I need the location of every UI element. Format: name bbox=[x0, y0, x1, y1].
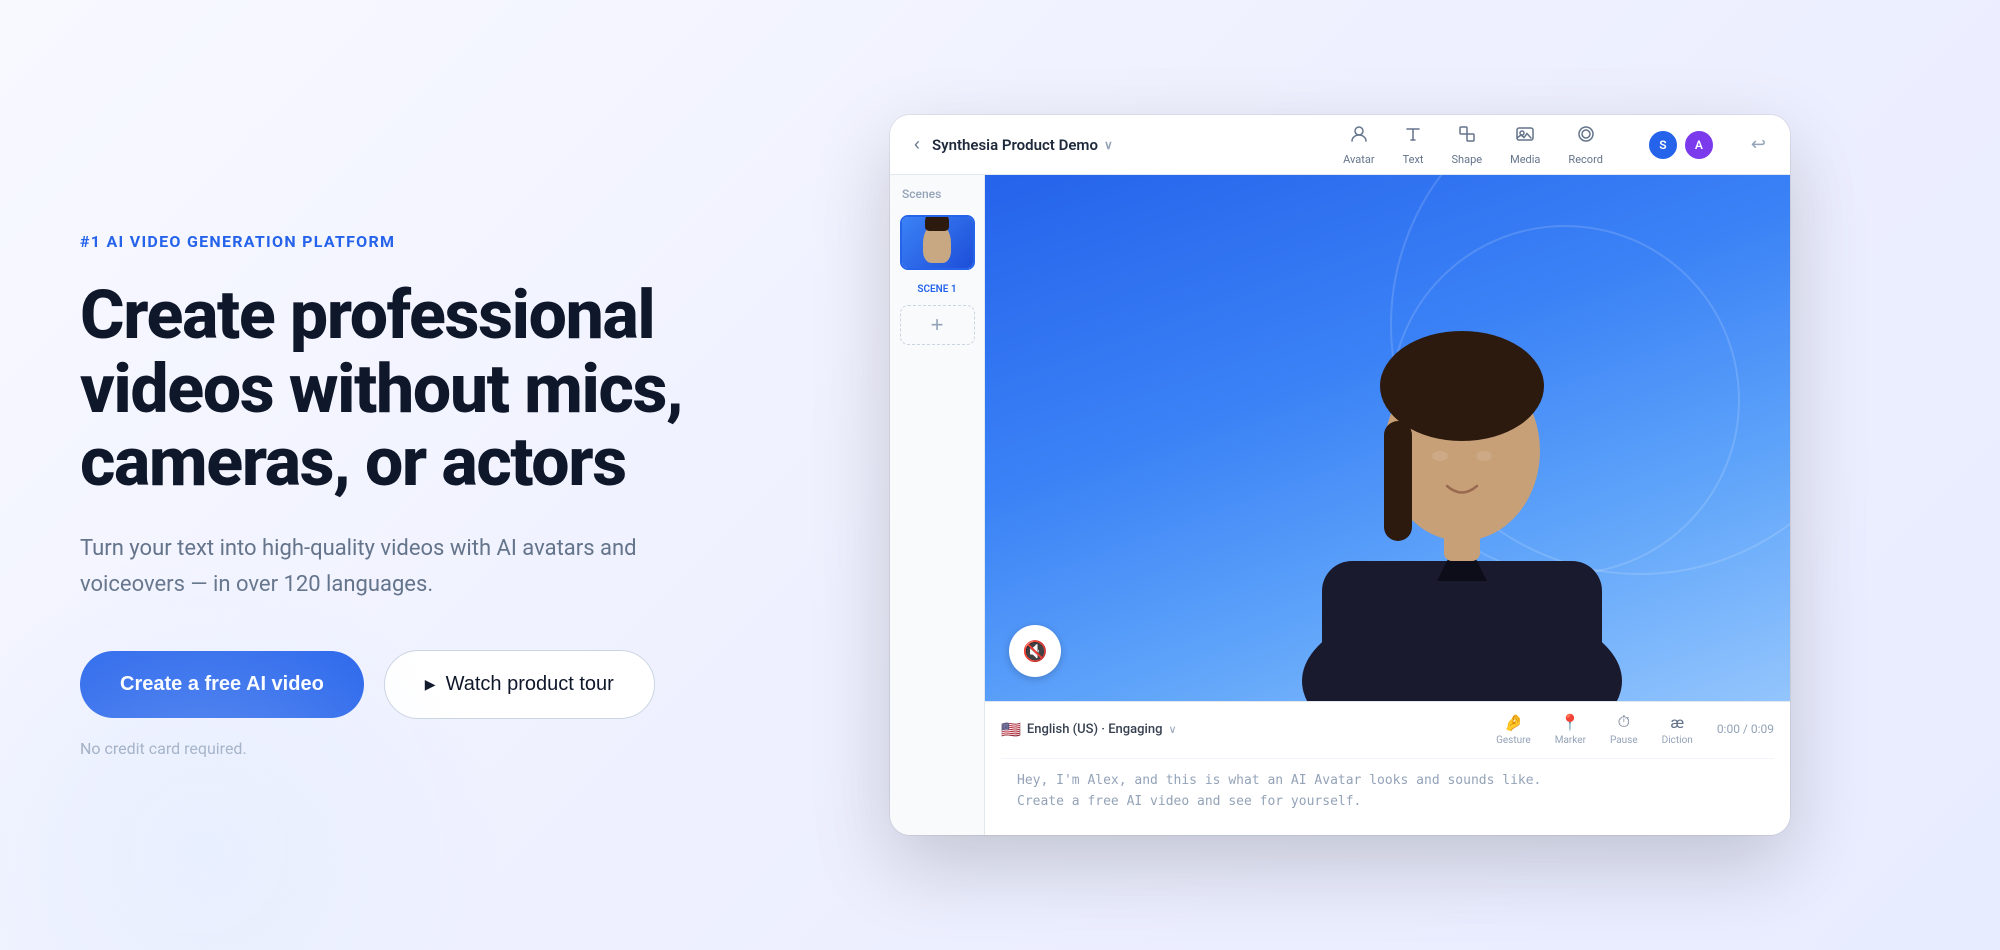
text-icon bbox=[1403, 124, 1423, 149]
scenes-label: Scenes bbox=[898, 187, 941, 201]
mute-icon: 🔇 bbox=[1023, 639, 1048, 664]
user-avatar-2: A bbox=[1683, 129, 1715, 161]
diction-control[interactable]: æ Diction bbox=[1662, 713, 1693, 746]
create-free-video-button[interactable]: Create a free AI video bbox=[80, 651, 364, 718]
ai-avatar-person bbox=[1262, 175, 1682, 701]
toolbar-text[interactable]: Text bbox=[1403, 124, 1424, 166]
toolbar-record[interactable]: Record bbox=[1568, 124, 1602, 166]
add-scene-button[interactable]: + bbox=[900, 305, 975, 345]
voice-controls: 🤌 Gesture 📍 Marker ⏱ Pause bbox=[1496, 712, 1774, 746]
time-display: 0:00 / 0:09 bbox=[1717, 722, 1774, 736]
flag-icon: 🇺🇸 bbox=[1001, 720, 1021, 739]
language-chevron-icon: ∨ bbox=[1168, 723, 1176, 736]
media-icon bbox=[1515, 124, 1535, 149]
watch-product-tour-button[interactable]: ▶ Watch product tour bbox=[384, 650, 655, 719]
back-button[interactable]: ‹ bbox=[906, 126, 928, 163]
undo-icon[interactable]: ↩ bbox=[1743, 126, 1774, 163]
diction-icon: æ bbox=[1670, 713, 1684, 732]
toolbar-avatar[interactable]: Avatar bbox=[1343, 124, 1374, 166]
gesture-icon: 🤌 bbox=[1503, 713, 1523, 732]
scenes-panel: Scenes SCENE 1 + bbox=[890, 175, 985, 835]
app-window: ‹ Synthesia Product Demo ∨ Avatar bbox=[890, 115, 1790, 835]
play-icon: ▶ bbox=[425, 676, 436, 693]
gesture-control[interactable]: 🤌 Gesture bbox=[1496, 713, 1531, 746]
language-row: 🇺🇸 English (US) · Engaging ∨ 🤌 Gesture bbox=[1001, 712, 1774, 746]
language-selector[interactable]: 🇺🇸 English (US) · Engaging ∨ bbox=[1001, 720, 1177, 739]
video-background: 🔇 bbox=[985, 175, 1790, 701]
video-container: 🔇 bbox=[985, 175, 1790, 701]
project-title: Synthesia Product Demo ∨ bbox=[932, 136, 1113, 154]
pause-control[interactable]: ⏱ Pause bbox=[1610, 712, 1638, 746]
main-area: Scenes SCENE 1 + bbox=[890, 175, 1790, 835]
page-container: #1 AI VIDEO GENERATION PLATFORM Create p… bbox=[0, 0, 2000, 950]
title-chevron-icon: ∨ bbox=[1104, 138, 1113, 152]
right-panel: ‹ Synthesia Product Demo ∨ Avatar bbox=[760, 115, 1920, 835]
toolbar-media[interactable]: Media bbox=[1510, 124, 1540, 166]
toolbar-user-avatars: S A bbox=[1647, 129, 1715, 161]
headline: Create professional videos without mics,… bbox=[80, 279, 700, 499]
top-bar: ‹ Synthesia Product Demo ∨ Avatar bbox=[890, 115, 1790, 175]
shape-icon bbox=[1457, 124, 1477, 149]
scene-1-label: SCENE 1 bbox=[917, 284, 956, 295]
editor-area: 🔇 🇺🇸 English (US) · Engaging ∨ bbox=[985, 175, 1790, 835]
marker-control[interactable]: 📍 Marker bbox=[1555, 713, 1586, 746]
no-credit-card-text: No credit card required. bbox=[80, 739, 700, 758]
toolbar-shape[interactable]: Shape bbox=[1452, 124, 1483, 166]
cta-row: Create a free AI video ▶ Watch product t… bbox=[80, 650, 700, 719]
left-panel: #1 AI VIDEO GENERATION PLATFORM Create p… bbox=[80, 192, 760, 758]
scene-1-thumbnail[interactable] bbox=[900, 215, 975, 270]
avatar-icon bbox=[1349, 124, 1369, 149]
bottom-controls: 🇺🇸 English (US) · Engaging ∨ 🤌 Gesture bbox=[985, 701, 1790, 835]
marker-icon: 📍 bbox=[1560, 713, 1580, 732]
script-text[interactable]: Hey, I'm Alex, and this is what an AI Av… bbox=[1017, 771, 1758, 813]
subheadline: Turn your text into high-quality videos … bbox=[80, 531, 640, 601]
record-icon bbox=[1576, 124, 1596, 149]
tagline: #1 AI VIDEO GENERATION PLATFORM bbox=[80, 232, 700, 251]
pause-icon: ⏱ bbox=[1618, 712, 1630, 732]
script-area: Hey, I'm Alex, and this is what an AI Av… bbox=[1001, 758, 1774, 825]
toolbar-right: Avatar Text bbox=[1343, 124, 1774, 166]
user-avatar-1: S bbox=[1647, 129, 1679, 161]
